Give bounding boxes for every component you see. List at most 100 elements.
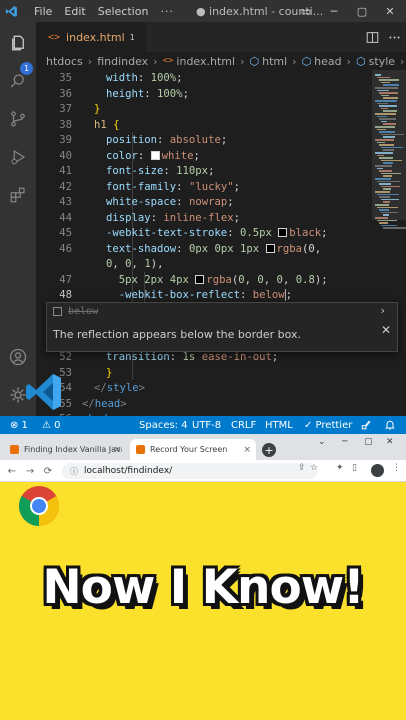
indentation-indicator[interactable]: Spaces: 4: [139, 416, 188, 434]
code-editor[interactable]: 35 width: 100%; 36 height: 100%; 37} 38 h1 {39…: [36, 70, 372, 416]
feedback-icon[interactable]: [360, 416, 372, 434]
forward-icon[interactable]: →: [22, 463, 38, 479]
back-icon[interactable]: ←: [4, 463, 20, 479]
breadcrumb-head[interactable]: head: [314, 55, 341, 68]
code-line[interactable]: 53}: [36, 366, 372, 382]
chrome-tab-record-screen[interactable]: Record Your Screen ×: [130, 439, 256, 460]
menu-edit[interactable]: Edit: [64, 5, 85, 18]
code-line[interactable]: 46 text-shadow: 0px 0px 1px rgba(0,: [36, 242, 372, 258]
code-line[interactable]: 0, 0, 1),: [36, 257, 372, 273]
menu-file[interactable]: File: [34, 5, 52, 18]
code-line[interactable]: 43 white-space: nowrap;: [36, 195, 372, 211]
code-line[interactable]: 35 width: 100%;: [36, 71, 372, 87]
chrome-menu-icon[interactable]: ⋮: [392, 463, 401, 473]
code-line[interactable]: 39 position: absolute;: [36, 133, 372, 149]
eol-indicator[interactable]: CRLF: [231, 416, 256, 434]
color-swatch[interactable]: [150, 150, 160, 160]
chrome-close-button[interactable]: ✕: [386, 437, 394, 447]
code-line[interactable]: 38 h1 {: [36, 118, 372, 134]
code-line[interactable]: 52 transition: 1s ease-in-out;: [36, 350, 372, 366]
language-mode-indicator[interactable]: HTML: [265, 416, 293, 434]
color-swatch[interactable]: [278, 228, 288, 237]
code-line[interactable]: 42 font-family: "lucky";: [36, 180, 372, 196]
split-editor-icon[interactable]: [362, 22, 382, 52]
code-line[interactable]: 40 color: white;: [36, 149, 372, 165]
close-window-button[interactable]: ✕: [376, 0, 404, 22]
encoding-indicator[interactable]: UTF-8: [192, 416, 221, 434]
chrome-minimize-button[interactable]: ─: [342, 437, 347, 447]
prettier-indicator[interactable]: ✓ Prettier: [304, 416, 352, 434]
code-line[interactable]: 37}: [36, 102, 372, 118]
breadcrumb-html[interactable]: html: [262, 55, 287, 68]
minimap-line: [375, 87, 398, 89]
new-tab-button[interactable]: +: [262, 443, 276, 457]
minimize-button[interactable]: ─: [320, 0, 348, 22]
minimap[interactable]: [372, 70, 406, 416]
minimap-line: [375, 126, 395, 128]
code-line[interactable]: 47 5px 2px 4px rgba(0, 0, 0, 0.8);: [36, 273, 372, 289]
more-actions-icon[interactable]: [384, 22, 404, 52]
tab-index-html[interactable]: <> index.html 1: [36, 22, 146, 52]
address-bar[interactable]: ⓘ localhost/findindex/: [62, 463, 318, 479]
tab-search-icon[interactable]: ⌄: [318, 437, 326, 447]
line-number: 35: [59, 72, 72, 84]
code-token: :: [137, 72, 151, 84]
layout-toggle-button[interactable]: ▭: [292, 0, 320, 22]
share-icon[interactable]: ⇪: [298, 463, 306, 473]
search-icon[interactable]: [7, 70, 29, 92]
profile-avatar-icon[interactable]: [371, 464, 384, 477]
code-line[interactable]: 55 </head>: [36, 397, 372, 413]
code-token: ;: [182, 87, 189, 100]
line-number: 41: [59, 165, 72, 177]
errors-indicator[interactable]: ⊗ 1: [10, 416, 28, 434]
extensions-icon[interactable]: [7, 184, 29, 206]
code-token: 100%: [157, 87, 183, 100]
chrome-tab-finding-index[interactable]: Finding Index Vanilla Javascript ×: [4, 439, 126, 460]
code-token: inline-flex: [163, 211, 234, 224]
site-favicon-icon: [10, 445, 19, 454]
account-icon[interactable]: [7, 346, 29, 368]
code-token: :: [157, 134, 170, 146]
source-control-icon[interactable]: [7, 108, 29, 130]
element-tag-icon: ⬡: [356, 54, 366, 68]
run-debug-icon[interactable]: [7, 146, 29, 168]
side-panel-icon[interactable]: ▯: [352, 463, 357, 473]
reload-icon[interactable]: ⟳: [40, 463, 56, 479]
breadcrumb-index-html[interactable]: index.html: [176, 55, 235, 68]
code-token: ease-in-out: [201, 351, 272, 363]
close-tab-icon[interactable]: ×: [113, 445, 121, 455]
chrome-tab-title: Finding Index Vanilla Javascript: [24, 445, 122, 454]
code-line[interactable]: 41 font-size: 110px;: [36, 164, 372, 180]
color-swatch[interactable]: [265, 243, 275, 253]
code-line[interactable]: 36 height: 100%;: [36, 87, 372, 103]
minimap-line: [383, 97, 398, 99]
close-tab-icon[interactable]: ×: [243, 445, 251, 455]
breadcrumb-htdocs[interactable]: htdocs: [46, 55, 83, 68]
code-line[interactable]: 44 display: inline-flex;: [36, 211, 372, 227]
warnings-indicator[interactable]: ⚠ 0: [42, 416, 61, 434]
menu-selection[interactable]: Selection: [98, 5, 149, 18]
notifications-bell-icon[interactable]: [384, 416, 396, 434]
code-line[interactable]: 54 </style>: [36, 381, 372, 397]
extensions-puzzle-icon[interactable]: ✦: [336, 463, 344, 473]
chrome-tab-title: Record Your Screen: [150, 445, 228, 454]
menu-more-button[interactable]: ···: [160, 5, 174, 18]
code-token: height: [106, 87, 145, 100]
maximize-button[interactable]: ▢: [348, 0, 376, 22]
close-details-icon[interactable]: ✕: [381, 323, 391, 337]
minimap-line: [381, 172, 401, 175]
chrome-maximize-button[interactable]: ▢: [364, 437, 373, 447]
address-url: localhost/findindex/: [84, 466, 173, 476]
read-more-icon[interactable]: ›: [381, 304, 385, 317]
minimap-line: [379, 183, 391, 185]
code-line[interactable]: 45 -webkit-text-stroke: 0.5px black;: [36, 226, 372, 242]
chevron-right-icon: ›: [346, 54, 352, 68]
bookmark-star-icon[interactable]: ☆: [310, 463, 318, 473]
breadcrumb-findindex[interactable]: findindex: [97, 55, 148, 68]
files-icon[interactable]: [7, 32, 29, 54]
breadcrumb-style[interactable]: style: [369, 55, 395, 68]
color-swatch[interactable]: [195, 274, 205, 284]
site-info-icon[interactable]: ⓘ: [70, 466, 78, 477]
suggestion-item-below[interactable]: below: [47, 303, 397, 320]
code-token: head: [94, 397, 121, 410]
